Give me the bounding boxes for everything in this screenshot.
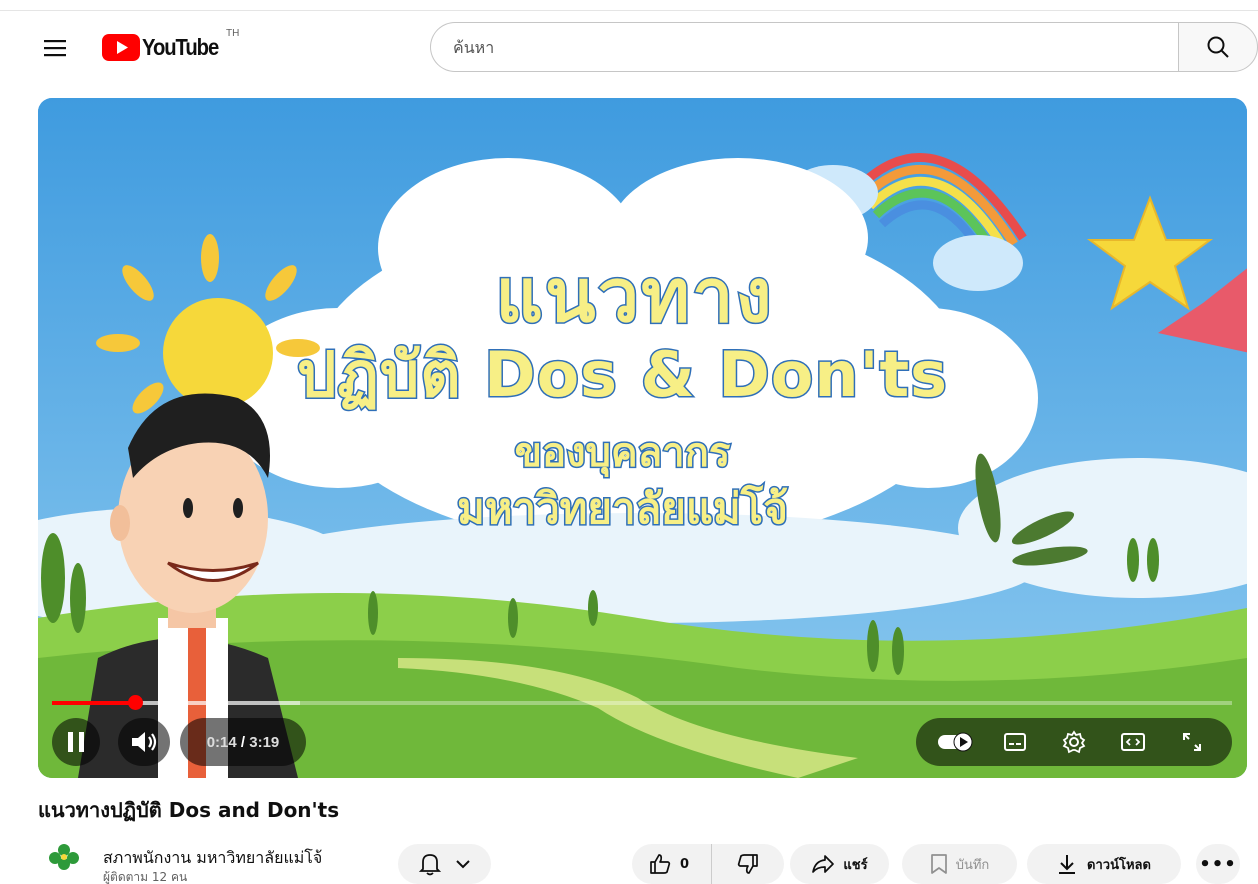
progress-played xyxy=(52,701,135,705)
more-icon: ••• xyxy=(1199,853,1237,875)
download-icon xyxy=(1059,855,1076,874)
captions-button[interactable] xyxy=(995,722,1035,762)
search-box[interactable] xyxy=(430,22,1178,72)
like-count: 0 xyxy=(680,856,690,872)
frame-title-line-2: ปฏิบัติ Dos & Don'ts xyxy=(295,337,949,413)
search-input[interactable] xyxy=(453,37,1178,57)
search-icon xyxy=(1207,36,1229,58)
volume-icon xyxy=(132,732,157,752)
pause-icon xyxy=(68,732,84,752)
duration: 3:19 xyxy=(249,733,280,751)
save-button[interactable]: บันทึก xyxy=(902,844,1017,884)
time-display: 0:14 / 3:19 xyxy=(180,718,306,766)
country-code: TH xyxy=(226,28,240,39)
like-dislike-group: 0 xyxy=(632,844,784,884)
current-time: 0:14 xyxy=(206,733,237,751)
bookmark-icon xyxy=(930,854,947,874)
frame-title-line-3: ของบุคลากร xyxy=(513,429,732,478)
youtube-play-logo-icon xyxy=(102,33,140,61)
menu-icon xyxy=(44,40,66,57)
share-icon xyxy=(812,855,835,873)
header-divider xyxy=(0,10,1258,11)
video-title: แนวทางปฏิบัติ Dos and Don'ts xyxy=(38,798,340,822)
right-controls xyxy=(916,718,1232,766)
download-label: ดาวน์โหลด xyxy=(1087,857,1151,873)
progress-bar[interactable] xyxy=(52,701,1232,705)
thumbs-down-icon xyxy=(737,854,758,874)
more-actions-button[interactable]: ••• xyxy=(1196,844,1240,884)
share-label: แชร์ xyxy=(843,857,868,873)
captions-icon xyxy=(1003,733,1026,751)
pause-button[interactable] xyxy=(52,718,100,766)
channel-avatar[interactable] xyxy=(44,840,84,880)
progress-scrubber[interactable] xyxy=(127,695,143,710)
share-button[interactable]: แชร์ xyxy=(790,844,889,884)
menu-button[interactable] xyxy=(38,34,72,62)
subscriber-count: ผู้ติดตาม 12 คน xyxy=(103,870,188,884)
thumbs-up-icon xyxy=(650,854,671,874)
download-button[interactable]: ดาวน์โหลด xyxy=(1027,844,1181,884)
youtube-logo[interactable]: YouTube xyxy=(102,33,229,61)
logo-wordmark: YouTube xyxy=(142,33,219,60)
settings-button[interactable] xyxy=(1054,722,1094,762)
theater-mode-button[interactable] xyxy=(1113,722,1153,762)
autoplay-toggle-icon xyxy=(937,732,973,752)
frame-title-line-4: มหาวิทยาลัยแม่โจ้ xyxy=(456,483,790,535)
theater-mode-icon xyxy=(1121,733,1146,751)
notification-button[interactable] xyxy=(398,844,491,884)
bell-icon xyxy=(418,854,441,876)
dislike-button[interactable] xyxy=(712,844,784,884)
volume-button[interactable] xyxy=(118,718,170,766)
search-button[interactable] xyxy=(1178,22,1258,72)
gear-icon xyxy=(1062,730,1086,754)
video-player[interactable]: แนวทาง ปฏิบัติ Dos & Don'ts ของบุคลากร ม… xyxy=(38,98,1247,778)
save-label: บันทึก xyxy=(955,857,990,873)
chevron-down-icon xyxy=(455,860,470,869)
fullscreen-button[interactable] xyxy=(1172,722,1212,762)
fullscreen-icon xyxy=(1183,733,1202,751)
like-button[interactable]: 0 xyxy=(632,844,712,884)
autoplay-toggle[interactable] xyxy=(936,722,976,762)
